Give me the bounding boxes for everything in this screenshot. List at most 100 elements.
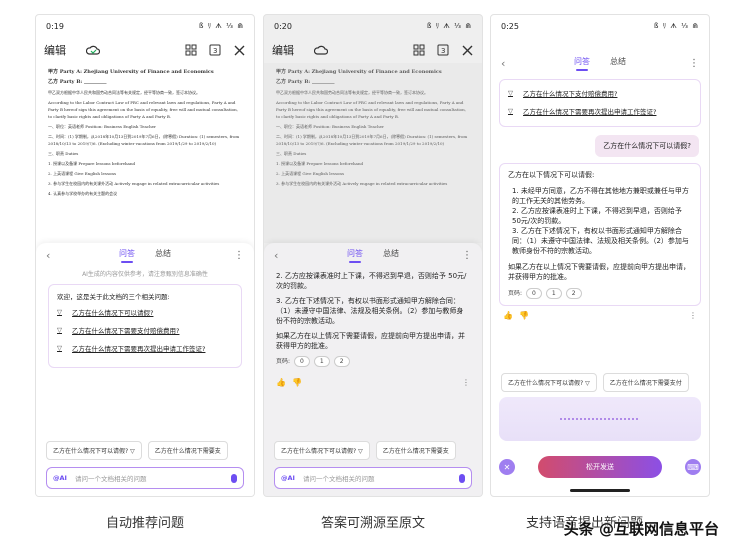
tab-summary[interactable]: 总结 (383, 248, 399, 262)
answer-item: 2. 乙方应按课表准时上下课，不得迟到早退，否则给予 50元/次的罚款。 (276, 272, 467, 290)
source-pages: 页码: 0 1 2 (508, 288, 692, 299)
tab-qa[interactable]: 问答 (119, 248, 135, 263)
edit-button[interactable]: 编辑 (272, 42, 294, 58)
answer-item: 2. 乙方应按课表准时上下课，不得迟到早退，否则给予 50元/次的罚款。 (512, 207, 682, 225)
grid-view-icon[interactable] (412, 43, 426, 57)
more-icon[interactable]: ⋮ (234, 250, 244, 261)
page-count-icon[interactable]: 3 (208, 43, 222, 57)
suggested-question[interactable]: ▽ 乙方在什么情况下可以请假? (57, 307, 233, 317)
page-link[interactable]: 1 (545, 288, 562, 299)
answer-card: 乙方在以下情况下可以请假: 1. 未经甲方同意，乙方不得在其他地方兼职或兼任与甲… (499, 163, 701, 306)
suggested-question[interactable]: ▽ 乙方在什么情况下需要支付赔偿费用? (57, 325, 233, 335)
suggested-question[interactable]: ▽ 乙方在什么情况下支付赔偿费用? (508, 88, 692, 98)
ask-input-placeholder: 请问一个文档相关的问题 (302, 475, 375, 483)
status-icons: ß ﾘ ᗑ ⅓ ⋒ (653, 22, 699, 30)
caption: 自动推荐问题 (105, 516, 184, 531)
more-icon[interactable]: ⋮ (689, 311, 697, 320)
answer-item: 3. 乙方在下述情况下，有权以书面形式通知甲方解除合同：（1）未遵守中国法律、法… (512, 227, 689, 255)
svg-text:3: 3 (213, 47, 217, 55)
suggested-question[interactable]: ▽ 乙方在什么情况下需要再次提出申请工作签证? (508, 106, 692, 116)
pages-label: 页码: (276, 357, 291, 365)
phone-screen-1: 0:19 ß ﾘ ᗑ ⅓ ⋒ 编辑 3 甲方 Party A: Zhejiang… (35, 14, 255, 497)
back-arrow-icon[interactable]: ‹ (46, 249, 50, 262)
more-icon[interactable]: ⋮ (462, 378, 470, 387)
doc-paragraph: 3. 参与学生在校园内的有关课外活动 Actively engage in re… (48, 181, 220, 186)
suggested-question[interactable]: ▽ 乙方在什么情况下需要再次提出申请工作签证? (57, 343, 233, 353)
doc-partyb: 乙方 Party B: _________ (276, 79, 335, 85)
assistant-tabs: ‹ 问答 总结 ⋮ (264, 243, 482, 267)
chip-label: 乙方在什么情况下可以请假? (53, 448, 129, 455)
ask-input[interactable]: @AI 请问一个文档相关的问题 (274, 467, 472, 489)
question-icon: ▽ (57, 344, 62, 352)
status-time: 0:20 (274, 21, 292, 31)
status-bar: 0:20 ß ﾘ ᗑ ⅓ ⋒ (264, 15, 482, 37)
more-icon[interactable]: ⋮ (689, 58, 699, 69)
quick-question-chip[interactable]: 乙方在什么情况下可以请假? ▽ (274, 441, 370, 460)
chip-label: 乙方在什么情况下需要支 (154, 448, 221, 455)
back-arrow-icon[interactable]: ‹ (501, 57, 505, 70)
thumbs-up-icon[interactable]: 👍 (276, 378, 286, 387)
quick-question-chips: 乙方在什么情况下可以请假? ▽ 乙方在什么情况下需要支 (274, 441, 482, 460)
ask-input[interactable]: @AI 请问一个文档相关的问题 (46, 467, 244, 489)
release-to-send-button[interactable]: 松开发送 (538, 456, 662, 478)
quick-question-chip[interactable]: 乙方在什么情况下需要支 (147, 441, 228, 460)
question-icon: ▽ (57, 326, 62, 334)
ai-assistant-sheet: ‹ 问答 总结 ⋮ AI生成的内容仅供参考，请注意甄别信息准确性 欢迎，这是关于… (36, 243, 254, 496)
question-icon: ▽ (508, 107, 513, 115)
close-icon[interactable] (232, 43, 246, 57)
quick-question-chip[interactable]: 乙方在什么情况下需要支付 (602, 373, 689, 392)
voice-recording-panel (499, 397, 701, 441)
doc-paragraph: 一、职位：英语老师 Position: Business English Tea… (48, 124, 156, 129)
tab-summary[interactable]: 总结 (610, 56, 626, 70)
microphone-icon[interactable] (231, 473, 237, 483)
source-pages: 页码: 0 1 2 (276, 356, 470, 367)
grid-view-icon[interactable] (184, 43, 198, 57)
answer-item: 1. 未经甲方同意，乙方不得在其他地方兼职或兼任与甲方的工作无关的其他劳务。 (512, 187, 689, 205)
thumbs-up-icon[interactable]: 👍 (503, 311, 513, 320)
page-link[interactable]: 0 (294, 356, 310, 367)
page-link[interactable]: 1 (313, 356, 330, 367)
close-icon[interactable] (460, 43, 474, 57)
chip-label: 乙方在什么情况下需要支 (382, 448, 449, 455)
page-link[interactable]: 2 (333, 356, 350, 367)
chip-label: 乙方在什么情况下可以请假? (508, 380, 584, 387)
quick-question-chip[interactable]: 乙方在什么情况下可以请假? ▽ (46, 441, 142, 460)
ai-mention-tag: @AI (53, 474, 67, 482)
cloud-sync-icon[interactable] (314, 43, 328, 57)
status-time: 0:25 (501, 21, 519, 31)
quick-question-chip[interactable]: 乙方在什么情况下可以请假? ▽ (501, 373, 597, 392)
quick-question-chips: 乙方在什么情况下可以请假? ▽ 乙方在什么情况下需要支 (46, 441, 254, 460)
svg-text:3: 3 (441, 47, 445, 55)
doc-paragraph: 1. 授课以及备课 Prepare lessons beforehand (276, 161, 364, 166)
tab-summary[interactable]: 总结 (155, 248, 171, 262)
status-icons: ß ﾘ ᗑ ⅓ ⋒ (198, 22, 244, 30)
cloud-sync-icon[interactable] (86, 43, 100, 57)
doc-paragraph: 三、职责 Duties (276, 151, 307, 156)
page-count-icon[interactable]: 3 (436, 43, 450, 57)
answer-extra: 如果乙方在以上情况下需要请假，应提前向甲方提出申请，并获得甲方的批准。 (276, 332, 465, 350)
suggested-questions-card: 欢迎，这是关于此文档的三个相关问题: ▽ 乙方在什么情况下可以请假? ▽ 乙方在什么… (48, 284, 242, 368)
doc-paragraph: 甲乙双方根据中华人民共和国劳动合同法等有关规定，经平等协商一致，签订本协议。 (276, 90, 428, 95)
doc-paragraph: 二、时间：(1) 学期制，从2018年10月13日到2019年7月6日，(除寒假… (48, 134, 240, 146)
doc-title: 甲方 Party A: Zhejiang University of Finan… (48, 69, 214, 75)
tab-qa[interactable]: 问答 (574, 56, 590, 71)
edit-button[interactable]: 编辑 (44, 42, 66, 58)
toolbar: 编辑 3 (264, 37, 482, 63)
cancel-voice-icon[interactable]: ✕ (499, 459, 515, 475)
more-icon[interactable]: ⋮ (462, 250, 472, 261)
keyboard-icon[interactable]: ⌨ (685, 459, 701, 475)
thumbs-down-icon[interactable]: 👎 (519, 311, 529, 320)
quick-question-chip[interactable]: 乙方在什么情况下需要支 (375, 441, 456, 460)
user-question-bubble: 乙方在什么情况下可以请假? (595, 135, 699, 157)
back-arrow-icon[interactable]: ‹ (274, 249, 278, 262)
microphone-icon[interactable] (459, 473, 465, 483)
suggestions-intro: 欢迎，这是关于此文档的三个相关问题: (57, 293, 170, 301)
document-preview: 甲方 Party A: Zhejiang University of Finan… (264, 63, 482, 243)
doc-paragraph: 三、职责 Duties (48, 151, 79, 156)
pages-label: 页码: (508, 289, 523, 297)
page-link[interactable]: 2 (565, 288, 582, 299)
thumbs-down-icon[interactable]: 👎 (292, 378, 302, 387)
page-link[interactable]: 0 (526, 288, 542, 299)
suggested-question-text: 乙方在什么情况下需要再次提出申请工作签证? (523, 108, 657, 116)
tab-qa[interactable]: 问答 (347, 248, 363, 263)
